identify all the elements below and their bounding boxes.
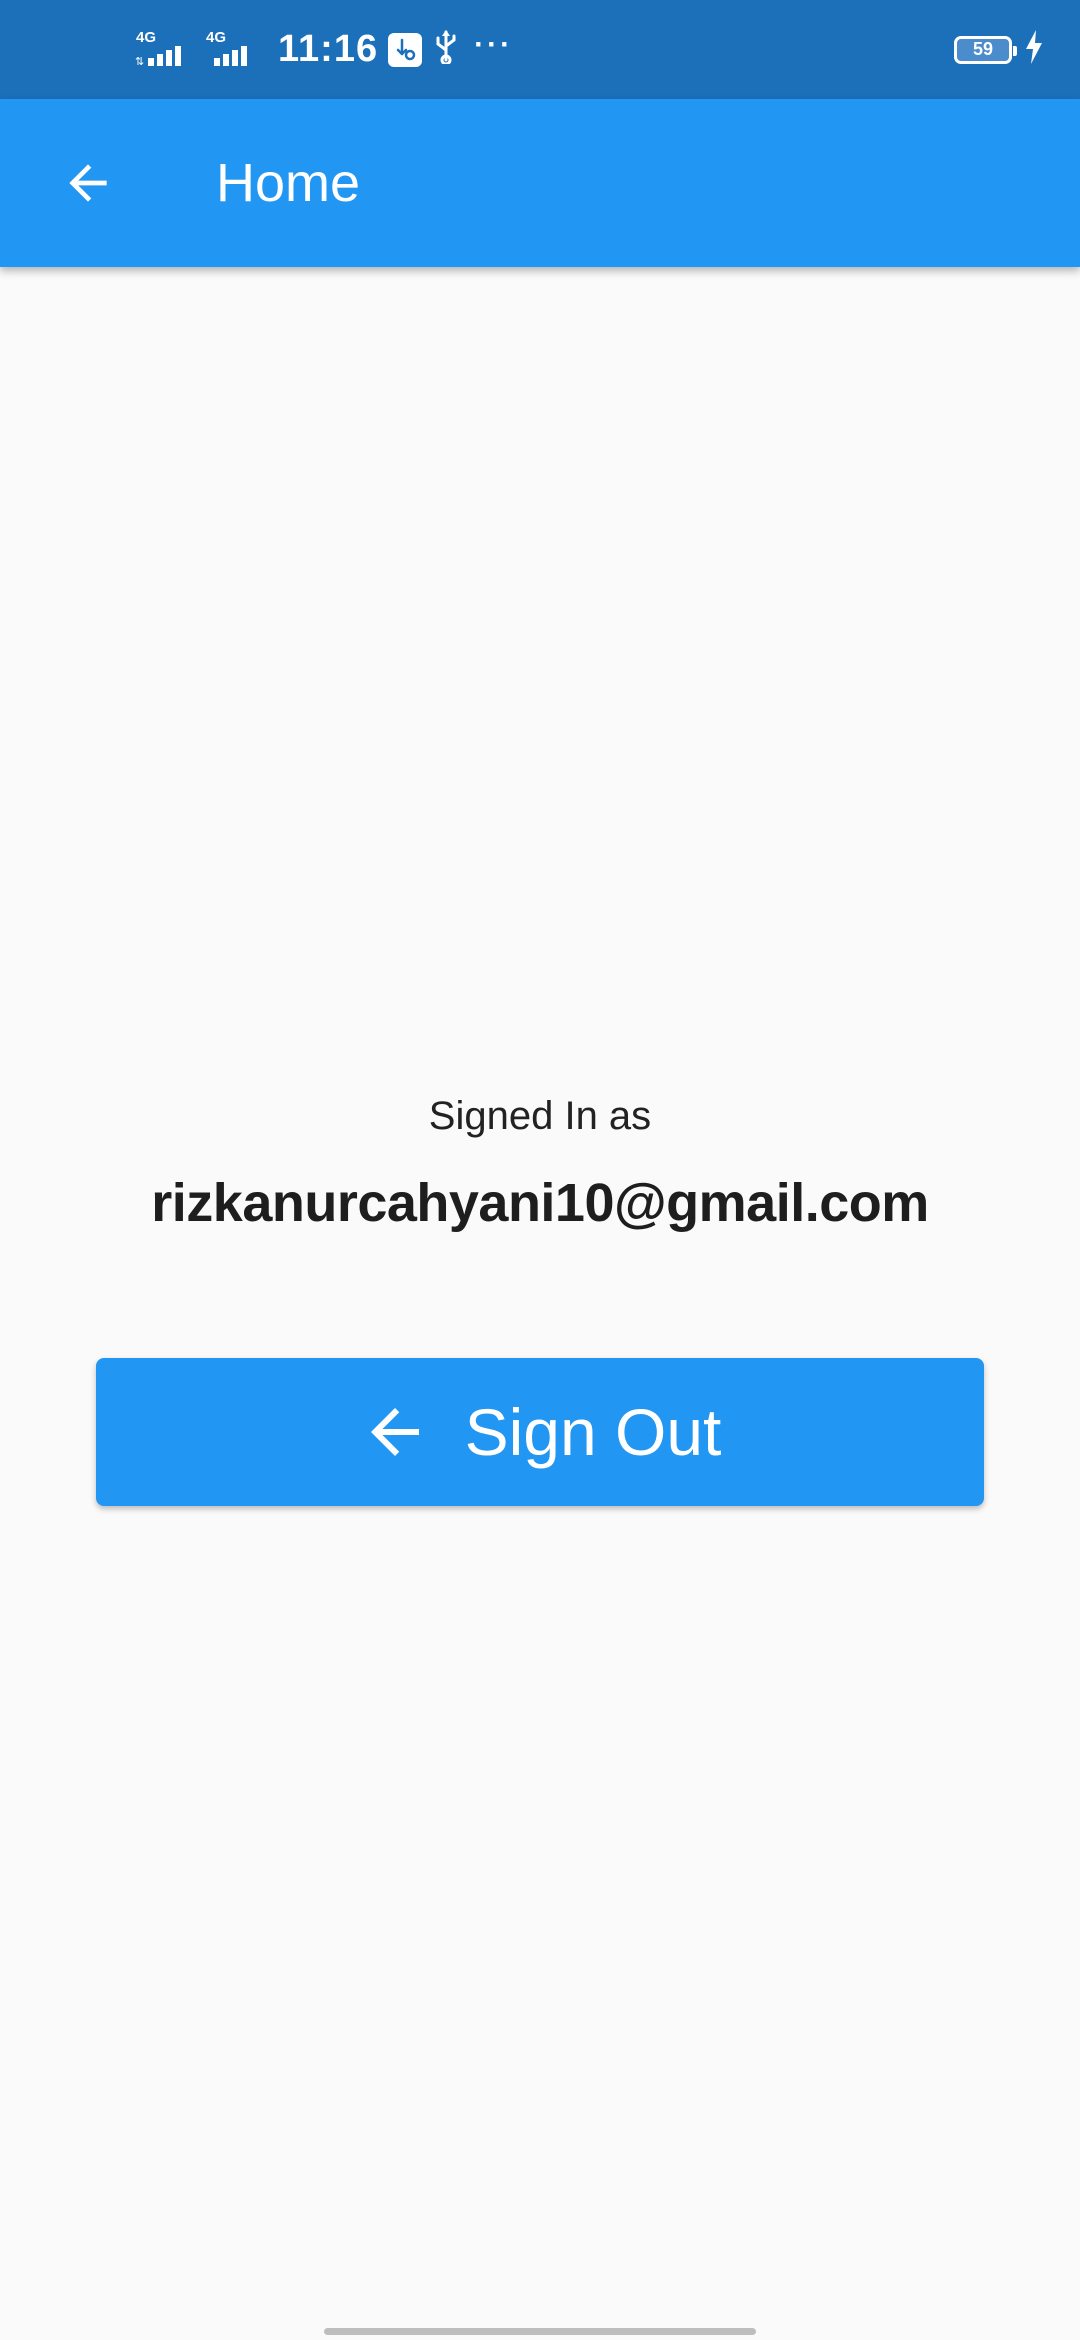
network-type-label: 4G — [206, 28, 227, 46]
back-button[interactable] — [40, 135, 136, 231]
signal-icon — [214, 45, 247, 66]
sign-out-label: Sign Out — [464, 1395, 722, 1469]
network-indicator-1: 4G ⇅ — [134, 30, 194, 70]
usb-settings-icon — [388, 32, 423, 67]
status-right: 59 — [954, 0, 1044, 99]
arrow-back-icon — [69, 164, 107, 202]
sign-out-button[interactable]: Sign Out — [96, 1358, 984, 1506]
battery-icon: 59 — [954, 35, 1017, 64]
network-type-label: 4G — [136, 28, 157, 46]
more-notifications-icon: ··· — [474, 27, 514, 61]
signed-in-label: Signed In as — [428, 1094, 652, 1138]
app-bar: Home — [0, 99, 1080, 267]
arrow-back-icon — [370, 1408, 419, 1456]
home-indicator[interactable] — [324, 2328, 756, 2335]
battery-level: 59 — [972, 39, 994, 59]
network-indicator-2: 4G — [204, 30, 264, 70]
page-title: Home — [216, 153, 361, 213]
status-bar: 4G ⇅ 4G 11:16 ··· 59 — [0, 0, 1080, 99]
status-left: 4G ⇅ 4G 11:16 ··· — [134, 0, 513, 99]
charging-icon — [1024, 30, 1044, 69]
data-arrows-icon: ⇅ — [135, 55, 145, 68]
signal-icon — [148, 45, 181, 66]
status-time: 11:16 — [278, 28, 379, 70]
user-email: rizkanurcahyani10@gmail.com — [151, 1173, 929, 1233]
usb-icon — [432, 30, 460, 69]
